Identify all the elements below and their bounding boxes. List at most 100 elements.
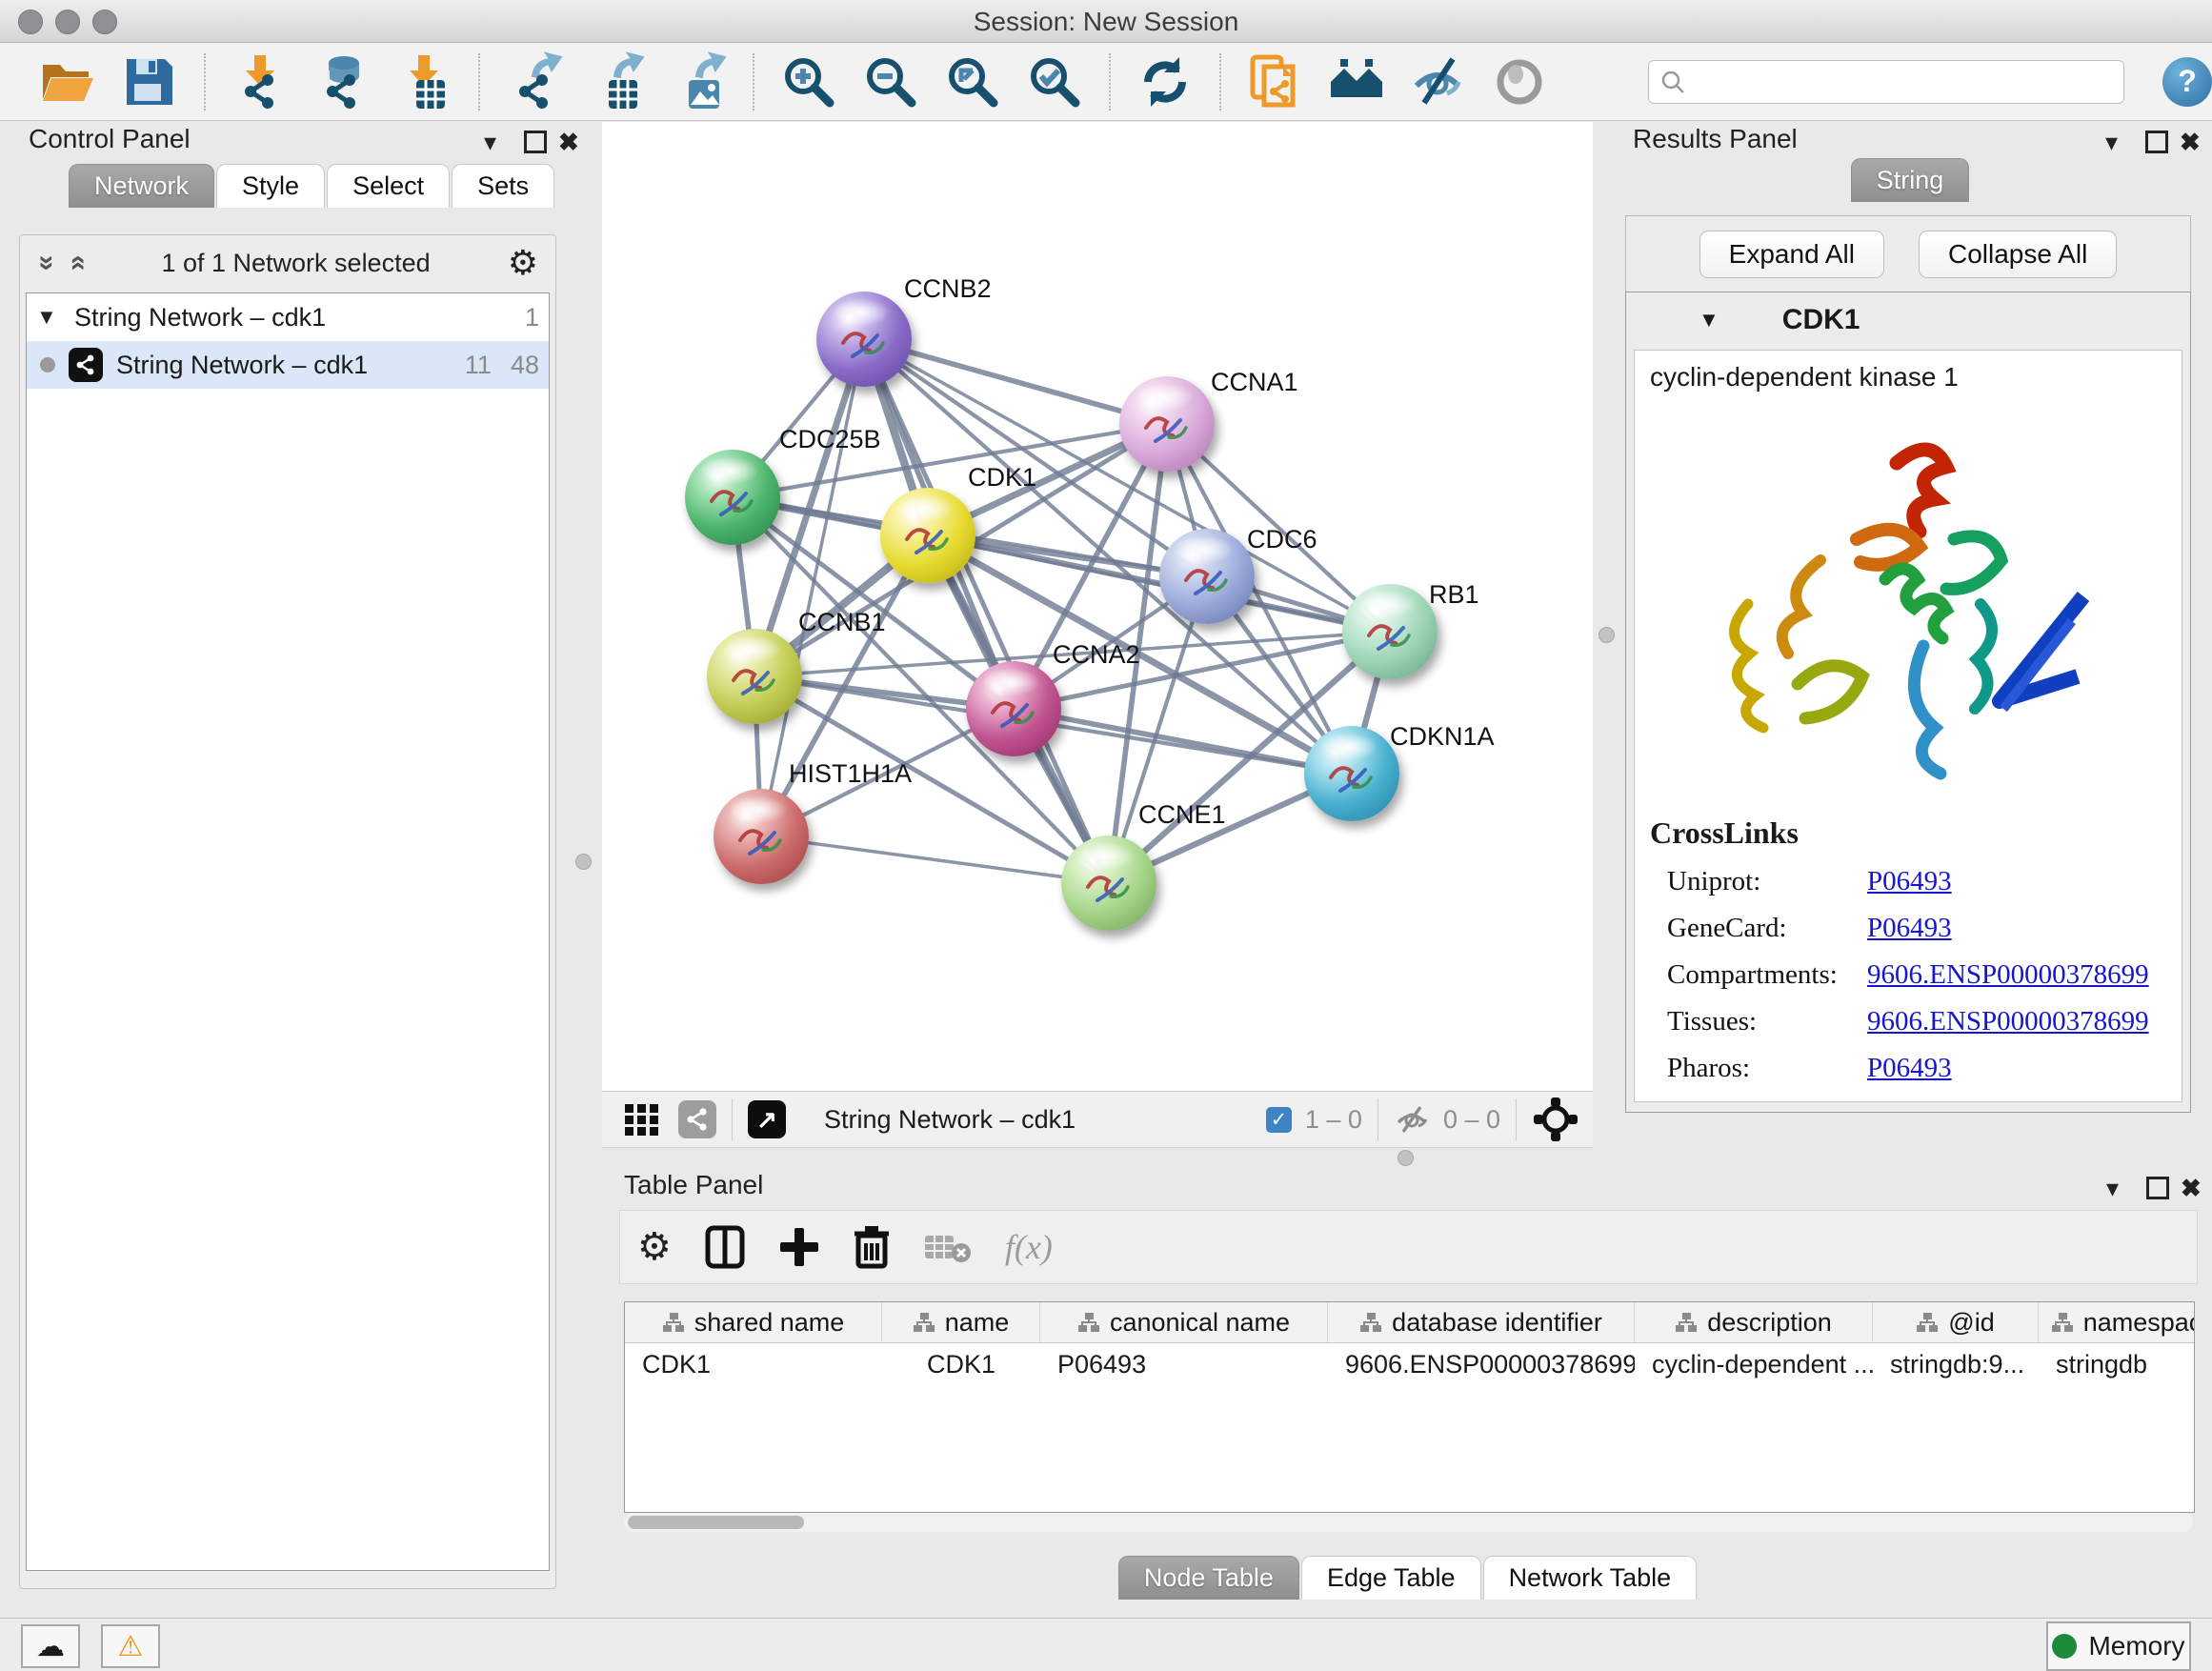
expand-all-networks-icon[interactable]: » <box>60 255 92 272</box>
column-header-database-identifier[interactable]: database identifier <box>1328 1302 1635 1342</box>
crosslink-link[interactable]: 9606.ENSP00000378699 <box>1867 959 2149 991</box>
network-collection-row[interactable]: ▼ String Network – cdk1 1 <box>27 293 549 341</box>
tab-select[interactable]: Select <box>327 164 450 208</box>
column-header-namespace[interactable]: namespace <box>2039 1302 2195 1342</box>
help-button[interactable]: ? <box>2162 57 2212 107</box>
table-cell[interactable]: 9606.ENSP00000378699 <box>1328 1350 1635 1379</box>
birds-eye-grid-icon[interactable] <box>621 1098 663 1140</box>
network-row[interactable]: String Network – cdk1 11 48 <box>27 341 549 389</box>
table-cell[interactable]: CDK1 <box>625 1350 882 1379</box>
node-structure-art <box>1176 552 1237 605</box>
results-panel-close-icon[interactable]: ✖ <box>2180 128 2201 157</box>
search-input[interactable] <box>1693 66 2106 97</box>
node-RB1[interactable] <box>1342 584 1438 679</box>
column-header-shared-name[interactable]: shared name <box>625 1302 882 1342</box>
open-session-button[interactable] <box>37 51 98 112</box>
save-session-button[interactable] <box>119 51 180 112</box>
table-row[interactable]: CDK1CDK1P064939606.ENSP00000378699cyclin… <box>625 1343 2194 1385</box>
import-network-database-button[interactable] <box>312 51 372 112</box>
column-header-description[interactable]: description <box>1635 1302 1873 1342</box>
node-CCNE1[interactable] <box>1061 836 1156 931</box>
table-panel-menu-caret[interactable]: ▾ <box>2106 1174 2119 1203</box>
crosslink-link[interactable]: 9606.ENSP00000378699 <box>1867 1006 2149 1037</box>
open-in-new-window-icon[interactable]: ↗ <box>748 1100 786 1138</box>
collection-expand-caret[interactable]: ▼ <box>36 305 74 330</box>
network-manager: » » 1 of 1 Network selected ⚙ ▼ String N… <box>19 234 556 1589</box>
table-settings-icon[interactable]: ⚙ <box>637 1225 672 1269</box>
bottom-splitter-handle[interactable] <box>1398 1150 1414 1166</box>
export-network-button[interactable] <box>504 51 565 112</box>
crosslink-row: Compartments: 9606.ENSP00000378699 <box>1650 959 2166 991</box>
control-panel-float-icon[interactable] <box>524 131 547 153</box>
results-panel-menu-caret[interactable]: ▾ <box>2105 128 2118 157</box>
results-panel-float-icon[interactable] <box>2145 131 2168 153</box>
import-table-button[interactable] <box>393 51 454 112</box>
column-header-name[interactable]: name <box>882 1302 1040 1342</box>
network-view[interactable]: CCNB2 CCNA1 CDC25B CDK1 CDC6 RB1 <box>602 122 1593 1091</box>
toolbar-separator <box>1219 53 1221 111</box>
node-CDKN1A[interactable] <box>1304 726 1399 821</box>
import-network-file-button[interactable] <box>230 51 291 112</box>
zoom-selected-button[interactable] <box>1024 51 1085 112</box>
show-all-button[interactable] <box>1491 51 1552 112</box>
tab-node-table[interactable]: Node Table <box>1118 1556 1299 1600</box>
tab-sets[interactable]: Sets <box>452 164 554 208</box>
home-button[interactable] <box>1327 51 1388 112</box>
hide-selection-button[interactable] <box>1409 51 1470 112</box>
node-CCNB2[interactable] <box>816 292 912 387</box>
control-panel-close-icon[interactable]: ✖ <box>558 128 579 157</box>
scrollbar-thumb[interactable] <box>628 1516 804 1529</box>
collapse-all-networks-icon[interactable]: » <box>30 255 63 272</box>
search-box[interactable] <box>1648 60 2124 104</box>
split-columns-icon[interactable] <box>704 1224 746 1270</box>
column-header-@id[interactable]: @id <box>1873 1302 2039 1342</box>
node-CDC6[interactable] <box>1159 529 1255 624</box>
zoom-in-button[interactable] <box>778 51 839 112</box>
expand-all-button[interactable]: Expand All <box>1699 231 1884 278</box>
protein-collapse-caret[interactable]: ▼ <box>1699 308 1719 332</box>
export-table-button[interactable] <box>586 51 647 112</box>
tab-network[interactable]: Network <box>69 164 214 208</box>
table-horizontal-scrollbar[interactable] <box>624 1513 2193 1532</box>
node-CDC25B[interactable] <box>685 450 780 545</box>
export-image-button[interactable] <box>668 51 729 112</box>
selected-checkbox-icon[interactable]: ✓ <box>1266 1107 1292 1133</box>
table-cell[interactable]: CDK1 <box>882 1350 1040 1379</box>
memory-button[interactable]: Memory <box>2046 1621 2191 1671</box>
tab-string[interactable]: String <box>1851 158 1970 202</box>
cloud-status-button[interactable]: ☁ <box>21 1624 80 1668</box>
node-CCNA2[interactable] <box>966 661 1061 756</box>
collapse-all-button[interactable]: Collapse All <box>1919 231 2117 278</box>
delete-column-icon[interactable] <box>853 1224 891 1270</box>
table-cell[interactable]: stringdb:9... <box>1873 1350 2039 1379</box>
add-column-icon[interactable] <box>778 1226 820 1268</box>
table-panel-float-icon[interactable] <box>2146 1177 2169 1199</box>
zoom-out-button[interactable] <box>860 51 921 112</box>
table-cell[interactable]: cyclin-dependent ... <box>1635 1350 1873 1379</box>
copy-share-button[interactable] <box>1245 51 1306 112</box>
column-header-canonical-name[interactable]: canonical name <box>1040 1302 1328 1342</box>
tab-style[interactable]: Style <box>216 164 325 208</box>
left-splitter-handle[interactable] <box>575 854 592 870</box>
table-panel-close-icon[interactable]: ✖ <box>2181 1174 2202 1203</box>
node-CCNA1[interactable] <box>1119 376 1215 472</box>
network-type-icon[interactable] <box>678 1100 716 1138</box>
zoom-fit-button[interactable] <box>942 51 1003 112</box>
warning-status-button[interactable]: ⚠ <box>101 1624 160 1668</box>
crosslink-link[interactable]: P06493 <box>1867 1053 1952 1084</box>
tab-edge-table[interactable]: Edge Table <box>1301 1556 1481 1600</box>
refresh-button[interactable] <box>1135 51 1196 112</box>
table-cell[interactable]: P06493 <box>1040 1350 1328 1379</box>
tab-network-table[interactable]: Network Table <box>1483 1556 1698 1600</box>
crosslink-link[interactable]: P06493 <box>1867 913 1952 944</box>
right-splitter-handle[interactable] <box>1599 627 1615 643</box>
crosslink-link[interactable]: P06493 <box>1867 866 1952 897</box>
edge-CCNA2-CDKN1A <box>1014 709 1352 774</box>
control-panel-menu-caret[interactable]: ▾ <box>484 128 496 157</box>
node-HIST1H1A[interactable] <box>714 789 809 884</box>
fit-selected-crosshair-icon[interactable] <box>1532 1096 1579 1143</box>
node-CCNB1[interactable] <box>707 629 802 724</box>
table-cell[interactable]: stringdb <box>2039 1350 2195 1379</box>
node-CDK1[interactable] <box>880 488 975 583</box>
network-options-gear-icon[interactable]: ⚙ <box>508 243 538 283</box>
